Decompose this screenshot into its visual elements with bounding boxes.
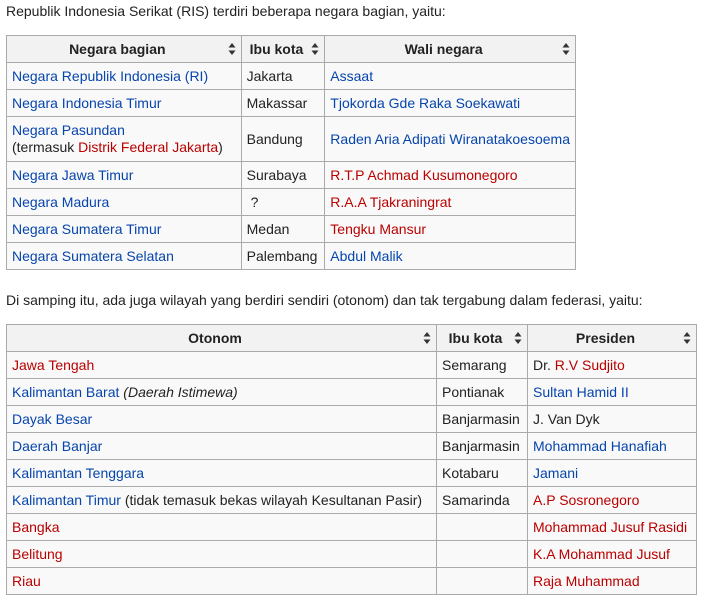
ibu-kota-cell: Surabaya (240, 161, 326, 189)
ibu-kota-cell: ? (240, 188, 326, 216)
otonom-table: Otonom Ibu kota Presiden Jawa Tengah Sem… (6, 324, 697, 595)
otonom-link[interactable]: Kalimantan Tenggara (12, 465, 144, 481)
ibu-kota-cell: Jakarta (240, 62, 326, 90)
ibu-kota-cell: Bandung (240, 116, 326, 162)
presiden-link[interactable]: Mohammad Jusuf Rasidi (533, 519, 687, 535)
ibu-kota-cell (436, 567, 528, 595)
otonom-link[interactable]: Belitung (12, 546, 63, 562)
table-row: Dayak Besar Banjarmasin J. Van Dyk (6, 405, 697, 433)
table-row: Negara Madura ? R.A.A Tjakraningrat (6, 188, 576, 216)
negara-link[interactable]: Negara Republik Indonesia (RI) (12, 68, 208, 84)
distrik-federal-link[interactable]: Distrik Federal Jakarta (78, 139, 218, 155)
table-row: Negara Republik Indonesia (RI) Jakarta A… (6, 62, 576, 90)
sort-arrows-icon[interactable] (514, 331, 522, 345)
header-ibu-kota[interactable]: Ibu kota (436, 324, 528, 352)
presiden-link[interactable]: Mohammad Hanafiah (533, 438, 667, 454)
negara-link[interactable]: Negara Jawa Timur (12, 167, 133, 183)
negara-note-pre: (termasuk (12, 139, 79, 155)
ibu-kota-cell: Banjarmasin (436, 432, 528, 460)
ibu-kota-cell (436, 540, 528, 568)
wali-link[interactable]: Assaat (330, 68, 373, 84)
negara-bagian-table: Negara bagian Ibu kota Wali negara Negar… (6, 35, 576, 270)
header-ibu-kota[interactable]: Ibu kota (240, 35, 326, 63)
table-row: Kalimantan Timur (tidak temasuk bekas wi… (6, 486, 697, 514)
sort-arrows-icon[interactable] (683, 331, 691, 345)
table-row: Belitung K.A Mohammad Jusuf (6, 540, 697, 568)
table-row: Jawa Tengah Semarang Dr. R.V Sudjito (6, 351, 697, 379)
presiden-link[interactable]: Sultan Hamid II (533, 384, 629, 400)
table-row: Kalimantan Tenggara Kotabaru Jamani (6, 459, 697, 487)
wali-link[interactable]: R.T.P Achmad Kusumonegoro (330, 167, 517, 183)
otonom-link[interactable]: Dayak Besar (12, 411, 92, 427)
ibu-kota-cell: Makassar (240, 89, 326, 117)
presiden-link[interactable]: Jamani (533, 465, 578, 481)
negara-note-post: ) (218, 139, 223, 155)
ibu-kota-cell: Medan (240, 215, 326, 243)
otonom-link[interactable]: Kalimantan Timur (12, 492, 121, 508)
wali-link[interactable]: Tjokorda Gde Raka Soekawati (330, 95, 520, 111)
negara-link[interactable]: Negara Madura (12, 194, 109, 210)
ibu-kota-cell: Semarang (436, 351, 528, 379)
wali-link[interactable]: Abdul Malik (330, 248, 402, 264)
otonom-link[interactable]: Daerah Banjar (12, 438, 102, 454)
ibu-kota-cell: Banjarmasin (436, 405, 528, 433)
header-otonom[interactable]: Otonom (6, 324, 437, 352)
table-row: Daerah Banjar Banjarmasin Mohammad Hanaf… (6, 432, 697, 460)
ibu-kota-cell: Samarinda (436, 486, 528, 514)
sort-arrows-icon[interactable] (423, 331, 431, 345)
presiden-cell: J. Van Dyk (527, 405, 697, 433)
ibu-kota-cell: Pontianak (436, 378, 528, 406)
header-wali-negara[interactable]: Wali negara (324, 35, 576, 63)
otonom-note: (Daerah Istimewa) (123, 383, 238, 400)
ibu-kota-cell: Kotabaru (436, 459, 528, 487)
otonom-link[interactable]: Kalimantan Barat (12, 384, 119, 400)
wali-link[interactable]: R.A.A Tjakraningrat (330, 194, 451, 210)
header-negara-bagian[interactable]: Negara bagian (6, 35, 242, 63)
presiden-prefix: Dr. (533, 356, 555, 373)
sort-arrows-icon[interactable] (562, 42, 570, 56)
presiden-link[interactable]: K.A Mohammad Jusuf (533, 546, 670, 562)
table-row: Bangka Mohammad Jusuf Rasidi (6, 513, 697, 541)
table-row: Negara Sumatera Timur Medan Tengku Mansu… (6, 215, 576, 243)
ibu-kota-cell (436, 513, 528, 541)
header-presiden[interactable]: Presiden (527, 324, 697, 352)
intro-text-2: Di samping itu, ada juga wilayah yang be… (6, 292, 643, 308)
presiden-link[interactable]: Raja Muhammad (533, 573, 640, 589)
otonom-link[interactable]: Riau (12, 573, 41, 589)
sort-arrows-icon[interactable] (228, 42, 236, 56)
wali-link[interactable]: Raden Aria Adipati Wiranatakoesoema (330, 131, 570, 147)
table-row: Negara Jawa Timur Surabaya R.T.P Achmad … (6, 161, 576, 189)
table-row: Riau Raja Muhammad (6, 567, 697, 595)
ibu-kota-cell: Palembang (240, 242, 326, 270)
otonom-link[interactable]: Jawa Tengah (12, 357, 94, 373)
table-row: Negara Pasundan (termasuk Distrik Federal… (6, 116, 576, 162)
presiden-link[interactable]: R.V Sudjito (555, 357, 625, 373)
negara-link[interactable]: Negara Pasundan (12, 122, 125, 138)
table-row: Kalimantan Barat (Daerah Istimewa) Ponti… (6, 378, 697, 406)
presiden-link[interactable]: A.P Sosronegoro (533, 492, 639, 508)
otonom-note: (tidak temasuk bekas wilayah Kesultanan … (124, 491, 423, 508)
negara-link[interactable]: Negara Sumatera Selatan (12, 248, 174, 264)
otonom-link[interactable]: Bangka (12, 519, 59, 535)
sort-arrows-icon[interactable] (311, 42, 319, 56)
intro-text-1: Republik Indonesia Serikat (RIS) terdiri… (6, 3, 446, 19)
negara-link[interactable]: Negara Sumatera Timur (12, 221, 161, 237)
table-row: Negara Sumatera Selatan Palembang Abdul … (6, 242, 576, 270)
negara-link[interactable]: Negara Indonesia Timur (12, 95, 161, 111)
table-row: Negara Indonesia Timur Makassar Tjokorda… (6, 89, 576, 117)
wali-link[interactable]: Tengku Mansur (330, 221, 426, 237)
